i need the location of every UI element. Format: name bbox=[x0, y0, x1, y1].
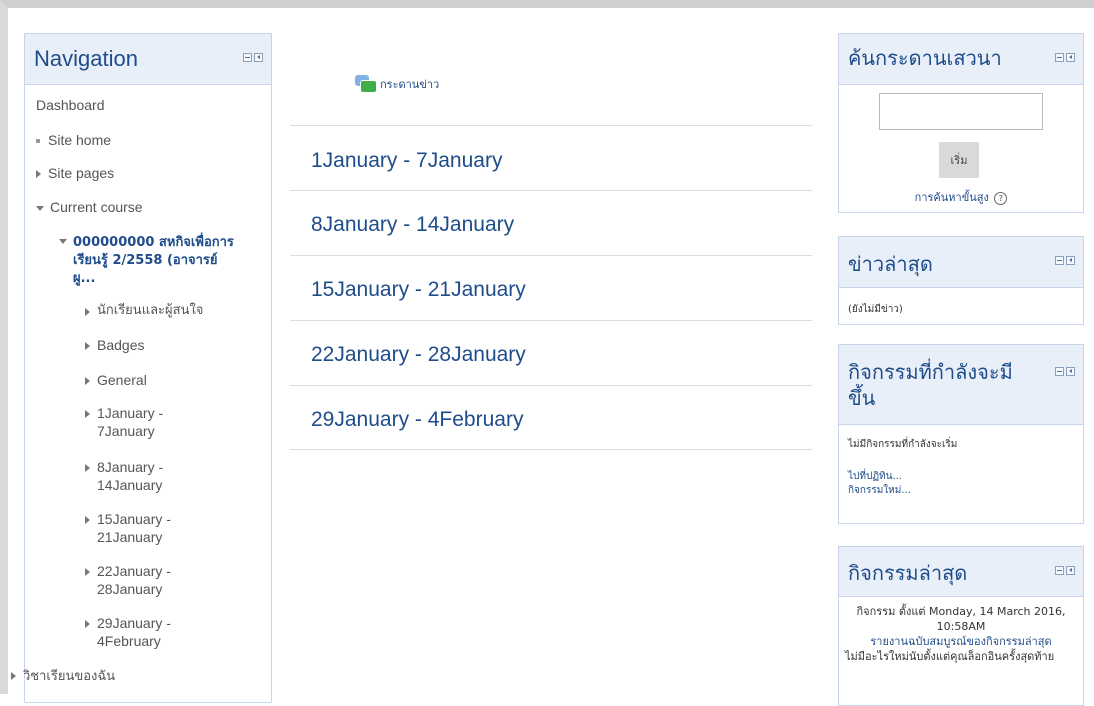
hide-block-icon[interactable] bbox=[243, 53, 252, 62]
nav-course-name[interactable]: 000000000 สหกิจเพื่อการเรียนรู้ 2/2558 (… bbox=[59, 234, 234, 288]
block-controls bbox=[1055, 53, 1075, 62]
bullet-icon bbox=[36, 139, 40, 144]
navigation-title: Navigation bbox=[34, 46, 138, 71]
expand-icon bbox=[85, 464, 90, 472]
hide-block-icon[interactable] bbox=[1055, 256, 1064, 265]
nav-section-item[interactable]: 1January - 7January bbox=[85, 404, 205, 440]
navigation-block: Navigation Dashboard Site home Site page… bbox=[11, 33, 272, 703]
expand-icon bbox=[85, 568, 90, 576]
expand-icon bbox=[11, 672, 16, 681]
latest-news-title: ข่าวล่าสุด bbox=[848, 252, 933, 276]
upcoming-events-title: กิจกรรมที่กำลังจะมีขึ้น bbox=[848, 360, 1013, 410]
upcoming-events-body: ไม่มีกิจกรรมที่กำลังจะเริ่ม ไปที่ปฏิทิน.… bbox=[848, 437, 957, 498]
search-go-button[interactable]: เริ่ม bbox=[939, 142, 979, 178]
new-event-link[interactable]: กิจกรรมใหม่... bbox=[848, 484, 957, 498]
upcoming-empty-text: ไม่มีกิจกรรมที่กำลังจะเริ่ม bbox=[848, 439, 958, 450]
nav-site-home[interactable]: Site home bbox=[36, 131, 111, 149]
latest-news-header: ข่าวล่าสุด bbox=[839, 237, 1083, 288]
expand-icon bbox=[85, 308, 90, 316]
nav-section-item[interactable]: Badges bbox=[85, 336, 144, 354]
activity-since-text: กิจกรรม ตั้งแต่ Monday, 14 March 2016, 1… bbox=[856, 605, 1066, 633]
nav-section-label: 15January - 21January bbox=[97, 511, 171, 545]
recent-activity-title: กิจกรรมล่าสุด bbox=[848, 561, 968, 585]
nav-my-courses[interactable]: วิชาเรียนของฉัน bbox=[11, 666, 115, 686]
nav-section-label: 1January - 7January bbox=[97, 405, 164, 439]
news-forum-label[interactable]: กระดานข่าว bbox=[380, 75, 439, 93]
collapse-icon bbox=[36, 205, 44, 211]
recent-activity-block: กิจกรรมล่าสุด กิจกรรม ตั้งแต่ Monday, 14… bbox=[838, 546, 1084, 706]
upcoming-events-header: กิจกรรมที่กำลังจะมีขึ้น bbox=[839, 345, 1083, 425]
navigation-header: Navigation bbox=[25, 34, 271, 85]
week-section-title[interactable]: 29January - 4February bbox=[290, 385, 812, 450]
advanced-search-label[interactable]: การค้นหาขั้นสูง bbox=[915, 191, 989, 204]
nav-section-label: Badges bbox=[97, 337, 145, 353]
advanced-search-link[interactable]: การค้นหาขั้นสูง ? bbox=[839, 188, 1083, 206]
nav-course-name-label: 000000000 สหกิจเพื่อการเรียนรู้ 2/2558 (… bbox=[73, 235, 234, 286]
collapse-icon bbox=[59, 239, 67, 244]
nav-my-courses-label: วิชาเรียนของฉัน bbox=[23, 669, 116, 684]
help-icon[interactable]: ? bbox=[994, 191, 1008, 205]
search-forums-title: ค้นกระดานเสวนา bbox=[848, 46, 1002, 70]
block-controls bbox=[1055, 565, 1075, 575]
hide-block-icon[interactable] bbox=[1055, 367, 1064, 376]
nav-site-pages-label: Site pages bbox=[48, 165, 115, 181]
nav-dashboard[interactable]: Dashboard bbox=[36, 96, 105, 114]
expand-icon bbox=[85, 342, 90, 350]
dock-block-icon[interactable] bbox=[1066, 367, 1075, 376]
dock-block-icon[interactable] bbox=[1066, 565, 1075, 575]
block-controls bbox=[1055, 367, 1075, 376]
nav-section-item[interactable]: General bbox=[85, 371, 147, 389]
dock-block-icon[interactable] bbox=[254, 53, 263, 62]
nav-site-home-label: Site home bbox=[48, 132, 112, 148]
week-section-title[interactable]: 1January - 7January bbox=[290, 125, 812, 190]
nav-section-label: 22January - 28January bbox=[97, 563, 171, 597]
expand-icon bbox=[85, 620, 90, 628]
nav-site-pages[interactable]: Site pages bbox=[36, 164, 114, 182]
nav-section-item[interactable]: 29January - 4February bbox=[85, 614, 205, 650]
block-controls bbox=[243, 53, 263, 62]
recent-activity-body: กิจกรรม ตั้งแต่ Monday, 14 March 2016, 1… bbox=[845, 604, 1077, 664]
nav-section-item[interactable]: 22January - 28January bbox=[85, 562, 205, 598]
week-section-title[interactable]: 8January - 14January bbox=[290, 190, 812, 255]
goto-calendar-link[interactable]: ไปที่ปฏิทิน... bbox=[848, 470, 957, 484]
nav-section-label: General bbox=[97, 372, 147, 388]
expand-icon bbox=[85, 410, 90, 418]
latest-news-empty: (ยังไม่มีข่าว) bbox=[848, 304, 903, 315]
nav-section-item[interactable]: นักเรียนและผู้สนใจ bbox=[85, 302, 203, 320]
news-forum-link[interactable]: กระดานข่าว bbox=[355, 75, 439, 93]
full-report-link[interactable]: รายงานฉบับสมบูรณ์ของกิจกรรมล่าสุด bbox=[845, 634, 1077, 649]
expand-icon bbox=[36, 170, 41, 179]
expand-icon bbox=[85, 516, 90, 524]
nav-section-item[interactable]: 15January - 21January bbox=[85, 510, 205, 546]
upcoming-events-block: กิจกรรมที่กำลังจะมีขึ้น ไม่มีกิจกรรมที่ก… bbox=[838, 344, 1084, 524]
nav-current-course-label: Current course bbox=[50, 199, 143, 215]
forum-icon bbox=[355, 75, 377, 93]
nothing-new-text: ไม่มีอะไรใหม่นับตั้งแต่คุณล็อกอินครั้งสุ… bbox=[845, 650, 1055, 663]
dock-block-icon[interactable] bbox=[1066, 53, 1075, 62]
nav-section-label: นักเรียนและผู้สนใจ bbox=[97, 303, 204, 318]
hide-block-icon[interactable] bbox=[1055, 53, 1064, 62]
week-section-title[interactable]: 15January - 21January bbox=[290, 255, 812, 320]
expand-icon bbox=[85, 377, 90, 385]
hide-block-icon[interactable] bbox=[1055, 565, 1064, 575]
latest-news-block: ข่าวล่าสุด (ยังไม่มีข่าว) bbox=[838, 236, 1084, 325]
search-forums-block: ค้นกระดานเสวนา เริ่ม การค้นหาขั้นสูง ? bbox=[838, 33, 1084, 213]
nav-section-label: 8January - 14January bbox=[97, 459, 164, 493]
nav-current-course[interactable]: Current course bbox=[36, 198, 143, 216]
search-input[interactable] bbox=[879, 93, 1043, 130]
dock-block-icon[interactable] bbox=[1066, 256, 1075, 265]
recent-activity-header: กิจกรรมล่าสุด bbox=[839, 547, 1083, 597]
block-controls bbox=[1055, 256, 1075, 265]
week-section-title[interactable]: 22January - 28January bbox=[290, 320, 812, 385]
course-sections: 1January - 7January 8January - 14January… bbox=[290, 125, 812, 450]
nav-section-label: 29January - 4February bbox=[97, 615, 171, 649]
search-forums-header: ค้นกระดานเสวนา bbox=[839, 34, 1083, 85]
nav-section-item[interactable]: 8January - 14January bbox=[85, 458, 205, 494]
